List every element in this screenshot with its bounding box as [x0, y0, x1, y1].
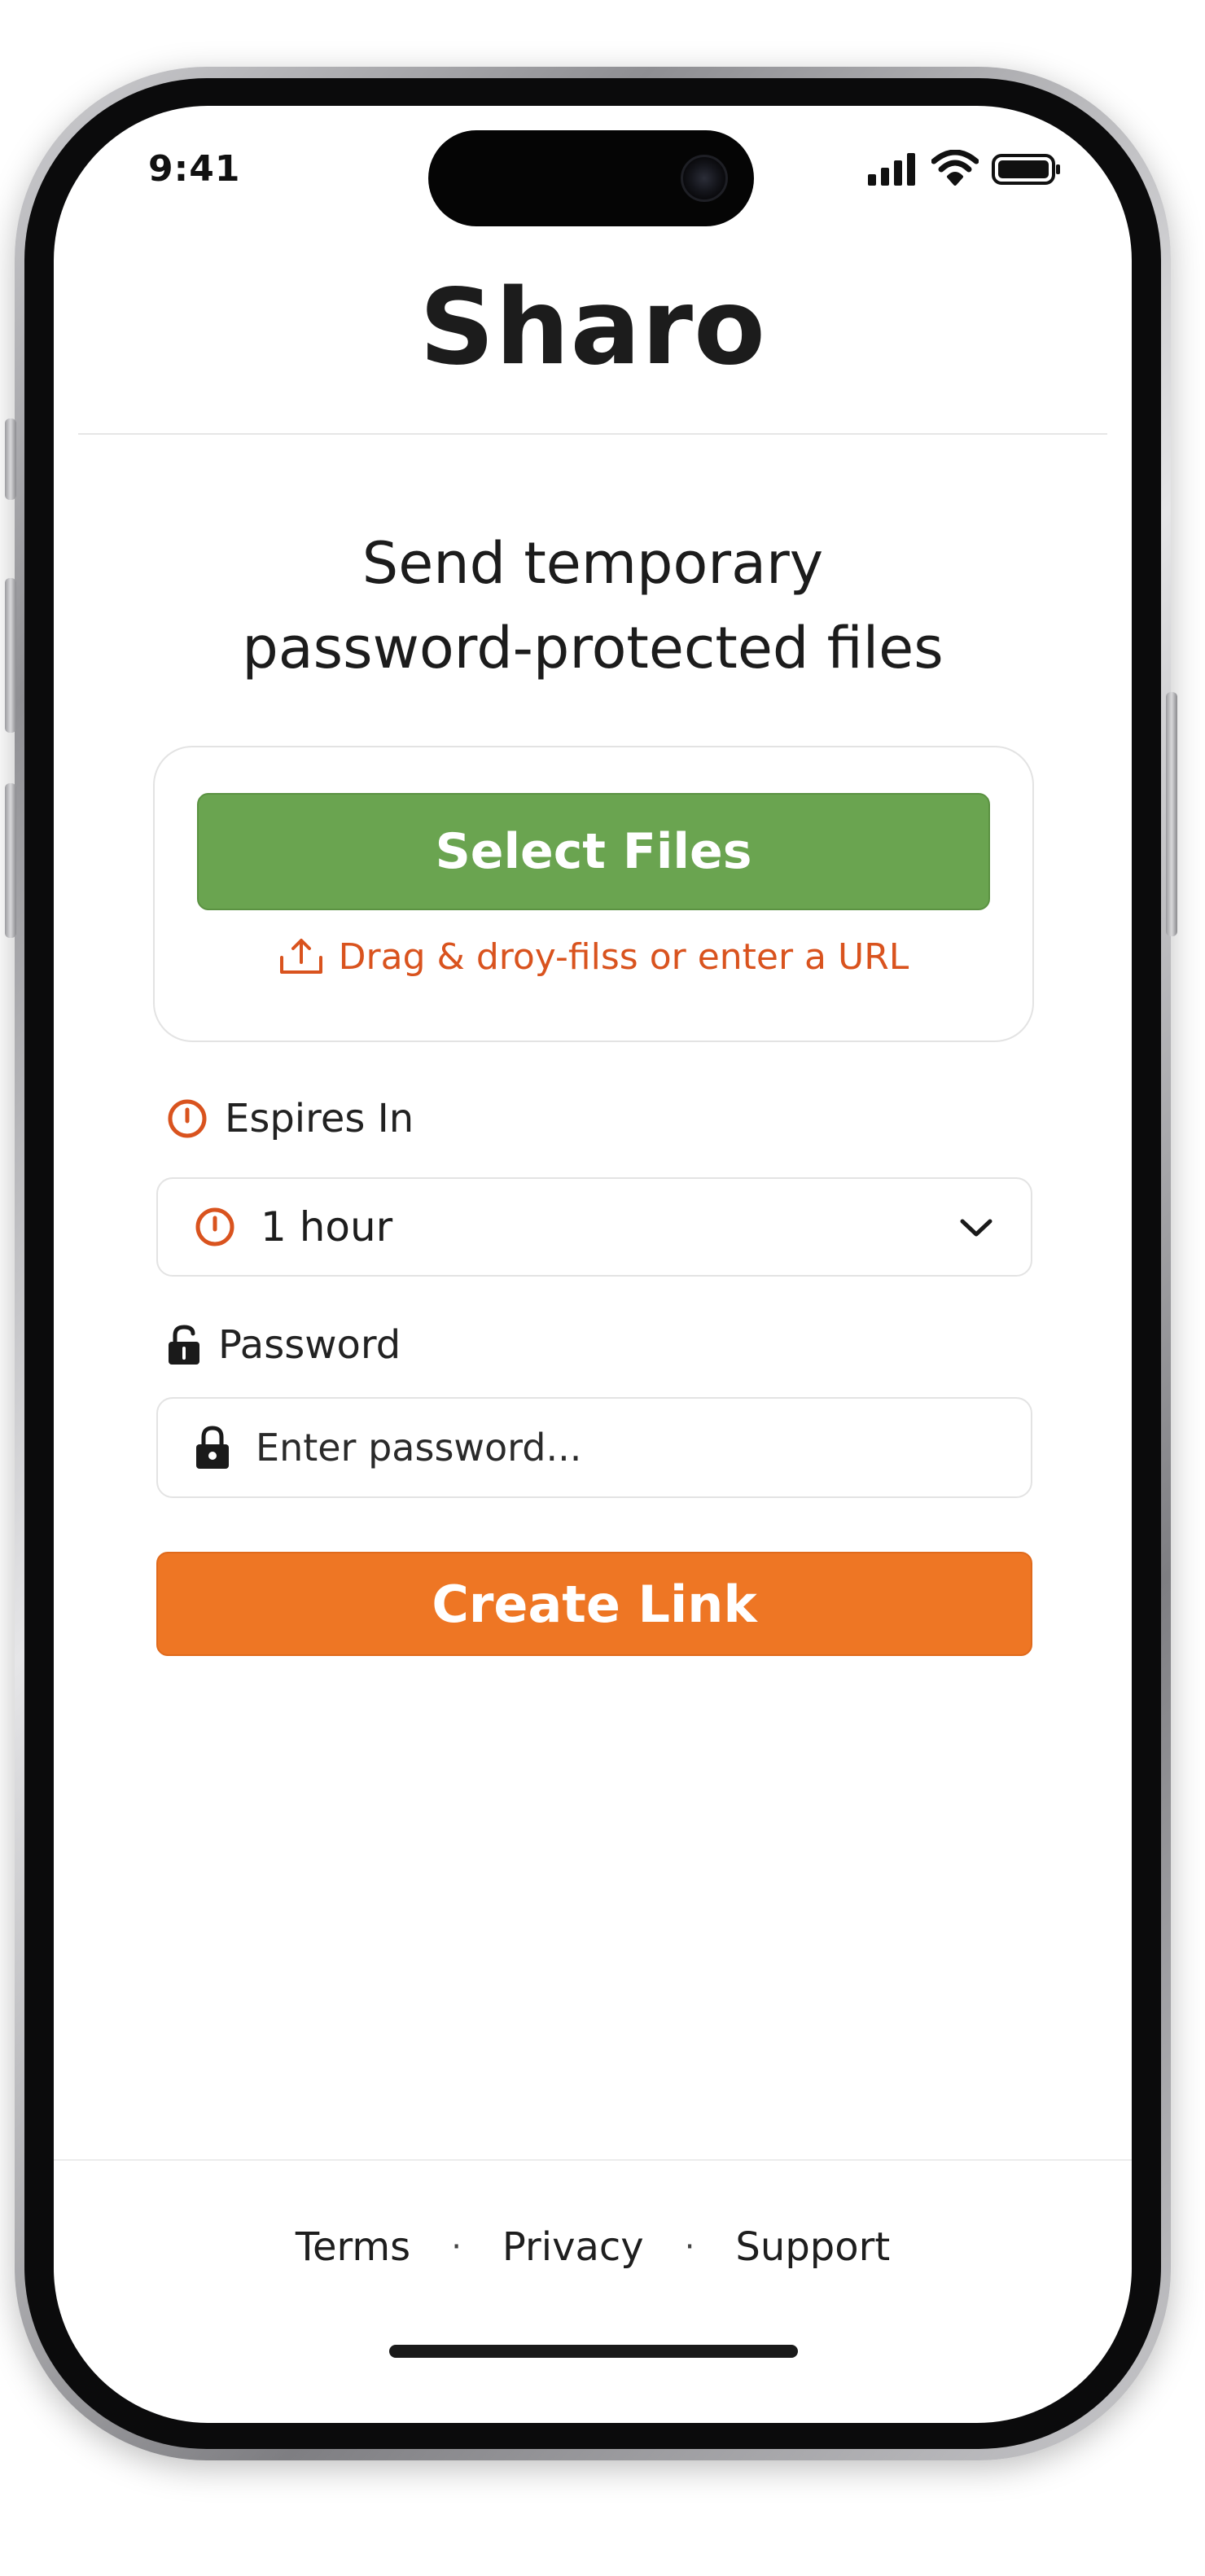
password-label: Password	[166, 1322, 401, 1368]
clock-icon	[195, 1207, 234, 1246]
footer-link-support[interactable]: Support	[735, 2224, 890, 2270]
screen: 9:41 Sharo Send temporary password-prote…	[54, 106, 1132, 2423]
home-indicator[interactable]	[389, 2345, 798, 2358]
front-camera-icon	[681, 155, 728, 202]
status-icons	[868, 150, 1062, 186]
header-divider	[78, 433, 1107, 435]
footer-links: Terms · Privacy · Support	[54, 2224, 1132, 2270]
footer-link-terms[interactable]: Terms	[296, 2224, 410, 2270]
footer-separator: ·	[684, 2228, 695, 2266]
create-link-button[interactable]: Create Link	[156, 1552, 1032, 1656]
drop-hint[interactable]: Drag & droy-filss or enter a URL	[155, 936, 1032, 978]
action-button	[5, 418, 16, 500]
headline-line-2: password-protected files	[242, 615, 944, 681]
password-input[interactable]	[254, 1425, 954, 1470]
footer-divider	[54, 2159, 1132, 2161]
expiry-label-text: Espires In	[225, 1096, 414, 1141]
drop-hint-text: Drag & droy-filss or enter a URL	[338, 936, 909, 978]
lock-icon	[169, 1325, 199, 1365]
password-label-text: Password	[218, 1322, 401, 1368]
power-button	[1166, 692, 1177, 936]
footer-link-privacy[interactable]: Privacy	[502, 2224, 644, 2270]
password-field[interactable]	[156, 1397, 1032, 1498]
expiry-select[interactable]: 1 hour	[156, 1177, 1032, 1277]
expiry-selected-value: 1 hour	[261, 1203, 393, 1251]
volume-up-button	[5, 578, 16, 733]
app-title: Sharo	[419, 267, 766, 388]
volume-down-button	[5, 783, 16, 938]
page-headline: Send temporary password-protected files	[54, 521, 1132, 690]
lock-icon	[196, 1426, 229, 1469]
headline-line-1: Send temporary	[362, 530, 824, 597]
footer-separator: ·	[451, 2228, 462, 2266]
wifi-icon	[931, 150, 979, 186]
select-files-button[interactable]: Select Files	[197, 793, 990, 910]
expiry-label: Espires In	[166, 1096, 414, 1141]
chevron-down-icon	[960, 1219, 992, 1237]
dynamic-island	[428, 130, 754, 226]
cellular-signal-icon	[868, 153, 915, 186]
status-time: 9:41	[148, 148, 241, 190]
clock-icon	[168, 1099, 207, 1138]
battery-icon	[992, 154, 1060, 185]
upload-dropzone[interactable]: Select Files Drag & droy-filss or enter …	[153, 746, 1034, 1042]
upload-icon	[279, 938, 322, 974]
